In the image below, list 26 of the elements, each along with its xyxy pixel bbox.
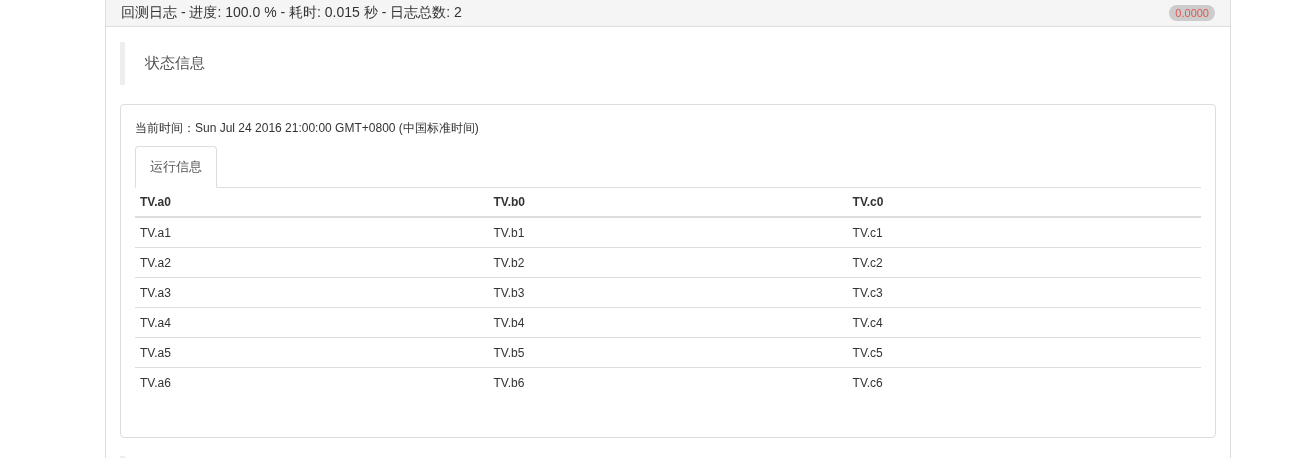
section-heading: 状态信息 [145, 54, 205, 73]
tab[interactable]: 运行信息 [135, 146, 217, 188]
table-cell: TV.a3 [135, 277, 489, 308]
table-cell: TV.c1 [847, 217, 1201, 248]
table-cell: TV.a2 [135, 247, 489, 278]
column-header: TV.b0 [488, 188, 848, 217]
table-cell: TV.a1 [135, 217, 489, 248]
table-cell: TV.c4 [847, 307, 1201, 338]
table-cell: TV.c2 [847, 247, 1201, 278]
table-cell: TV.b6 [488, 367, 848, 397]
table-cell: TV.b4 [488, 307, 848, 338]
table-cell: TV.b5 [488, 337, 848, 368]
table-cell: TV.b2 [488, 247, 848, 278]
column-header: TV.c0 [847, 188, 1201, 217]
score-badge: 0.0000 [1169, 5, 1215, 21]
current-time: 当前时间：Sun Jul 24 2016 21:00:00 GMT+0800 (中国标准时间) [135, 120, 480, 137]
table-cell: TV.b1 [488, 217, 848, 248]
table-cell: TV.c5 [847, 337, 1201, 368]
table-cell: TV.a5 [135, 337, 489, 368]
table-cell: TV.c6 [847, 367, 1201, 397]
table-cell: TV.a6 [135, 367, 489, 397]
panel-title: 回测日志 - 进度: 100.0 % - 耗时: 0.015 秒 - 日志总数: 2 [121, 4, 462, 22]
table-cell: TV.a4 [135, 307, 489, 338]
table-cell: TV.b3 [488, 277, 848, 308]
column-header: TV.a0 [135, 188, 489, 217]
table-cell: TV.c3 [847, 277, 1201, 308]
